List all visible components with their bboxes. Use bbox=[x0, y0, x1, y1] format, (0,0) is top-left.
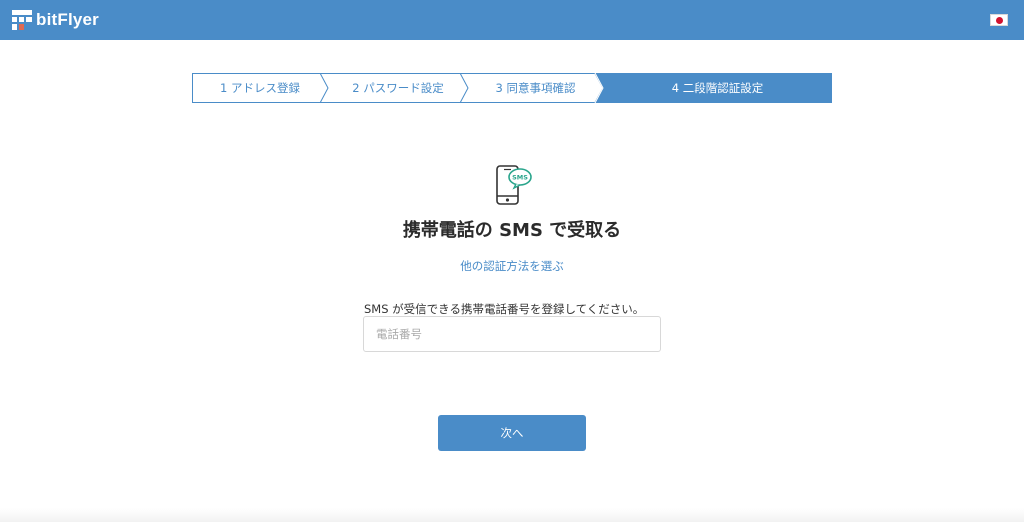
brand-logo[interactable]: bitFlyer bbox=[12, 10, 99, 30]
sms-badge-text: SMS bbox=[512, 174, 528, 182]
page-bottom-shade bbox=[0, 508, 1024, 522]
phone-field-label: SMS が受信できる携帯電話番号を登録してください。 bbox=[364, 302, 645, 316]
sms-phone-icon: SMS bbox=[496, 165, 532, 205]
page-title: 携帯電話の SMS で受取る bbox=[402, 220, 622, 241]
step-1-address: 1 アドレス登録 bbox=[220, 81, 300, 95]
brand-name: bitFlyer bbox=[36, 10, 100, 29]
japan-flag-icon[interactable] bbox=[990, 14, 1008, 26]
next-button[interactable]: 次へ bbox=[438, 415, 586, 451]
phone-number-input[interactable] bbox=[363, 316, 661, 352]
top-header: bitFlyer bbox=[0, 0, 1024, 40]
step-4-two-factor: 4 二段階認証設定 bbox=[671, 81, 764, 95]
bitflyer-logo-icon bbox=[12, 10, 32, 30]
step-3-agreement: 3 同意事項確認 bbox=[495, 81, 576, 95]
progress-steps: 1 アドレス登録 2 パスワード設定 3 同意事項確認 4 二段階認証設定 bbox=[192, 73, 832, 103]
other-auth-method-link[interactable]: 他の認証方法を選ぶ bbox=[0, 258, 1024, 274]
step-2-password: 2 パスワード設定 bbox=[352, 81, 444, 95]
